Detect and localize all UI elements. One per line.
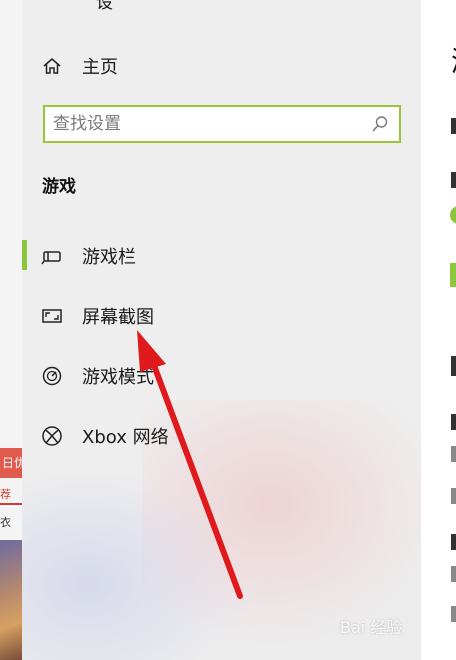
nav-item-label: 游戏栏 bbox=[82, 247, 136, 268]
nav-item-label: 屏幕截图 bbox=[82, 307, 154, 328]
settings-nav-pane: 设 主页 游戏 游戏栏 bbox=[22, 0, 421, 660]
background-photo bbox=[0, 540, 22, 660]
background-label: 衣 bbox=[0, 516, 11, 529]
nav-item-game-mode[interactable]: 游戏模式 bbox=[22, 356, 421, 396]
background-app: 日优 荐 衣 bbox=[0, 0, 22, 660]
watermark: Bai 经验 bbox=[340, 618, 403, 637]
toggle-switch[interactable] bbox=[450, 206, 456, 224]
nav-item-label: Xbox 网络 bbox=[82, 427, 169, 448]
background-tag: 荐 bbox=[0, 486, 22, 505]
nav-item-game-bar[interactable]: 游戏栏 bbox=[22, 236, 421, 276]
content-text-fragment bbox=[451, 414, 456, 430]
xbox-icon bbox=[40, 424, 64, 448]
content-heading-fragment bbox=[451, 356, 456, 376]
content-text-fragment bbox=[451, 446, 456, 462]
search-input[interactable] bbox=[53, 107, 363, 141]
content-text-fragment bbox=[451, 566, 456, 582]
content-title-fragment: 游 bbox=[451, 40, 456, 80]
window-title-fragment: 设 bbox=[96, 0, 113, 13]
nav-home-label: 主页 bbox=[82, 57, 118, 78]
game-mode-icon bbox=[40, 364, 64, 388]
search-box[interactable] bbox=[43, 105, 401, 143]
game-bar-icon bbox=[40, 244, 64, 268]
acrylic-blur-2 bbox=[22, 470, 242, 660]
content-text-fragment bbox=[451, 534, 456, 550]
section-heading: 游戏 bbox=[42, 177, 76, 197]
content-text-fragment bbox=[451, 488, 456, 504]
nav-home[interactable]: 主页 bbox=[22, 46, 421, 86]
background-red-banner: 日优 bbox=[0, 448, 22, 478]
search-icon[interactable] bbox=[371, 115, 389, 133]
home-icon bbox=[40, 54, 64, 78]
content-text-fragment bbox=[451, 118, 456, 134]
screenshot-icon bbox=[40, 304, 64, 328]
nav-item-screenshots[interactable]: 屏幕截图 bbox=[22, 296, 421, 336]
content-text-fragment bbox=[451, 606, 456, 622]
settings-content-pane: 游 bbox=[421, 0, 456, 660]
nav-item-xbox-networking[interactable]: Xbox 网络 bbox=[22, 416, 421, 456]
content-text-fragment bbox=[451, 172, 456, 188]
accent-button[interactable] bbox=[450, 263, 456, 287]
nav-item-label: 游戏模式 bbox=[82, 367, 154, 388]
